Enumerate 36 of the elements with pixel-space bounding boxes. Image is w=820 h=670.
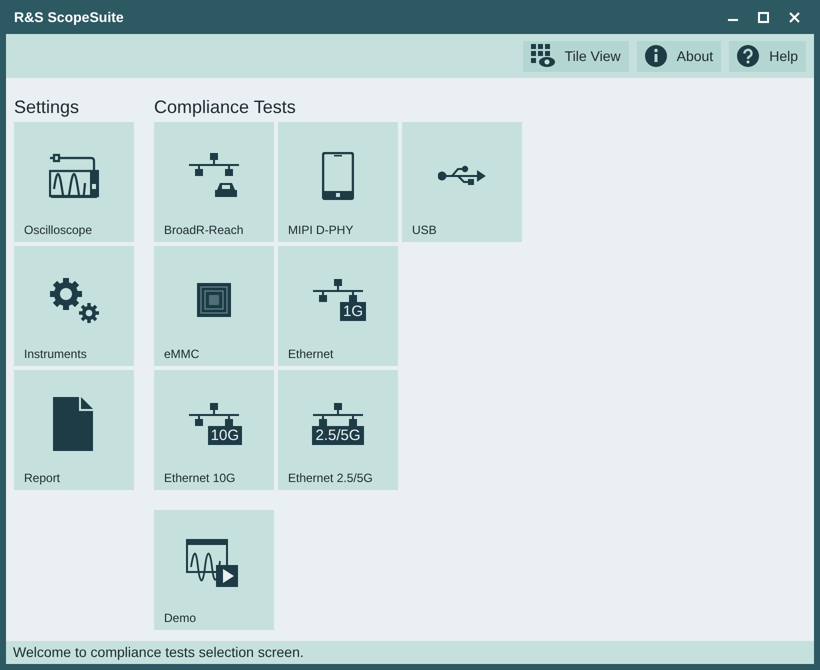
maximize-icon[interactable] (758, 12, 769, 22)
test-tile[interactable]: MIPI D-PHY (278, 122, 398, 242)
grid-eye-icon (530, 44, 555, 68)
test-tile[interactable]: eMMC (154, 246, 274, 366)
usb-icon (438, 164, 486, 186)
speed-badge: 2.5/5G (312, 426, 364, 444)
toolbar-button[interactable]: Tile View (522, 40, 629, 72)
chip-icon (197, 282, 231, 316)
network-icon (189, 402, 239, 426)
test-tile[interactable]: USB (402, 122, 522, 242)
test-tile[interactable]: Demo (154, 510, 274, 630)
toolbar-button[interactable]: About (636, 40, 722, 72)
test-tile[interactable]: Instruments (14, 246, 134, 366)
speed-badge: 10G (208, 426, 242, 444)
window-title: R&S ScopeSuite (14, 8, 124, 27)
test-tile[interactable]: 1G Ethernet (278, 246, 398, 366)
speed-badge: 1G (340, 302, 366, 320)
section-heading: Compliance Tests (154, 96, 297, 118)
toolbar-button[interactable]: Help (729, 40, 806, 72)
phone-icon (322, 152, 354, 200)
section-heading: Settings (14, 96, 80, 118)
test-tile[interactable]: BroadR-Reach (154, 122, 274, 242)
gears-icon (49, 276, 99, 322)
network-icon (313, 402, 363, 426)
document-icon (53, 396, 95, 450)
info-icon (644, 45, 667, 67)
test-tile[interactable]: 10G Ethernet 10G (154, 370, 274, 490)
network-icon (313, 278, 363, 302)
network-car-icon (189, 153, 239, 198)
help-icon (737, 45, 760, 67)
oscilloscope-icon (49, 153, 99, 198)
test-tile[interactable]: 2.5/5G Ethernet 2.5/5G (278, 370, 398, 490)
test-tile[interactable]: Report (14, 370, 134, 490)
close-icon[interactable] (789, 12, 800, 22)
status-bar: Welcome to compliance tests selection screen. (6, 641, 814, 664)
test-tile[interactable]: Oscilloscope (14, 122, 134, 242)
